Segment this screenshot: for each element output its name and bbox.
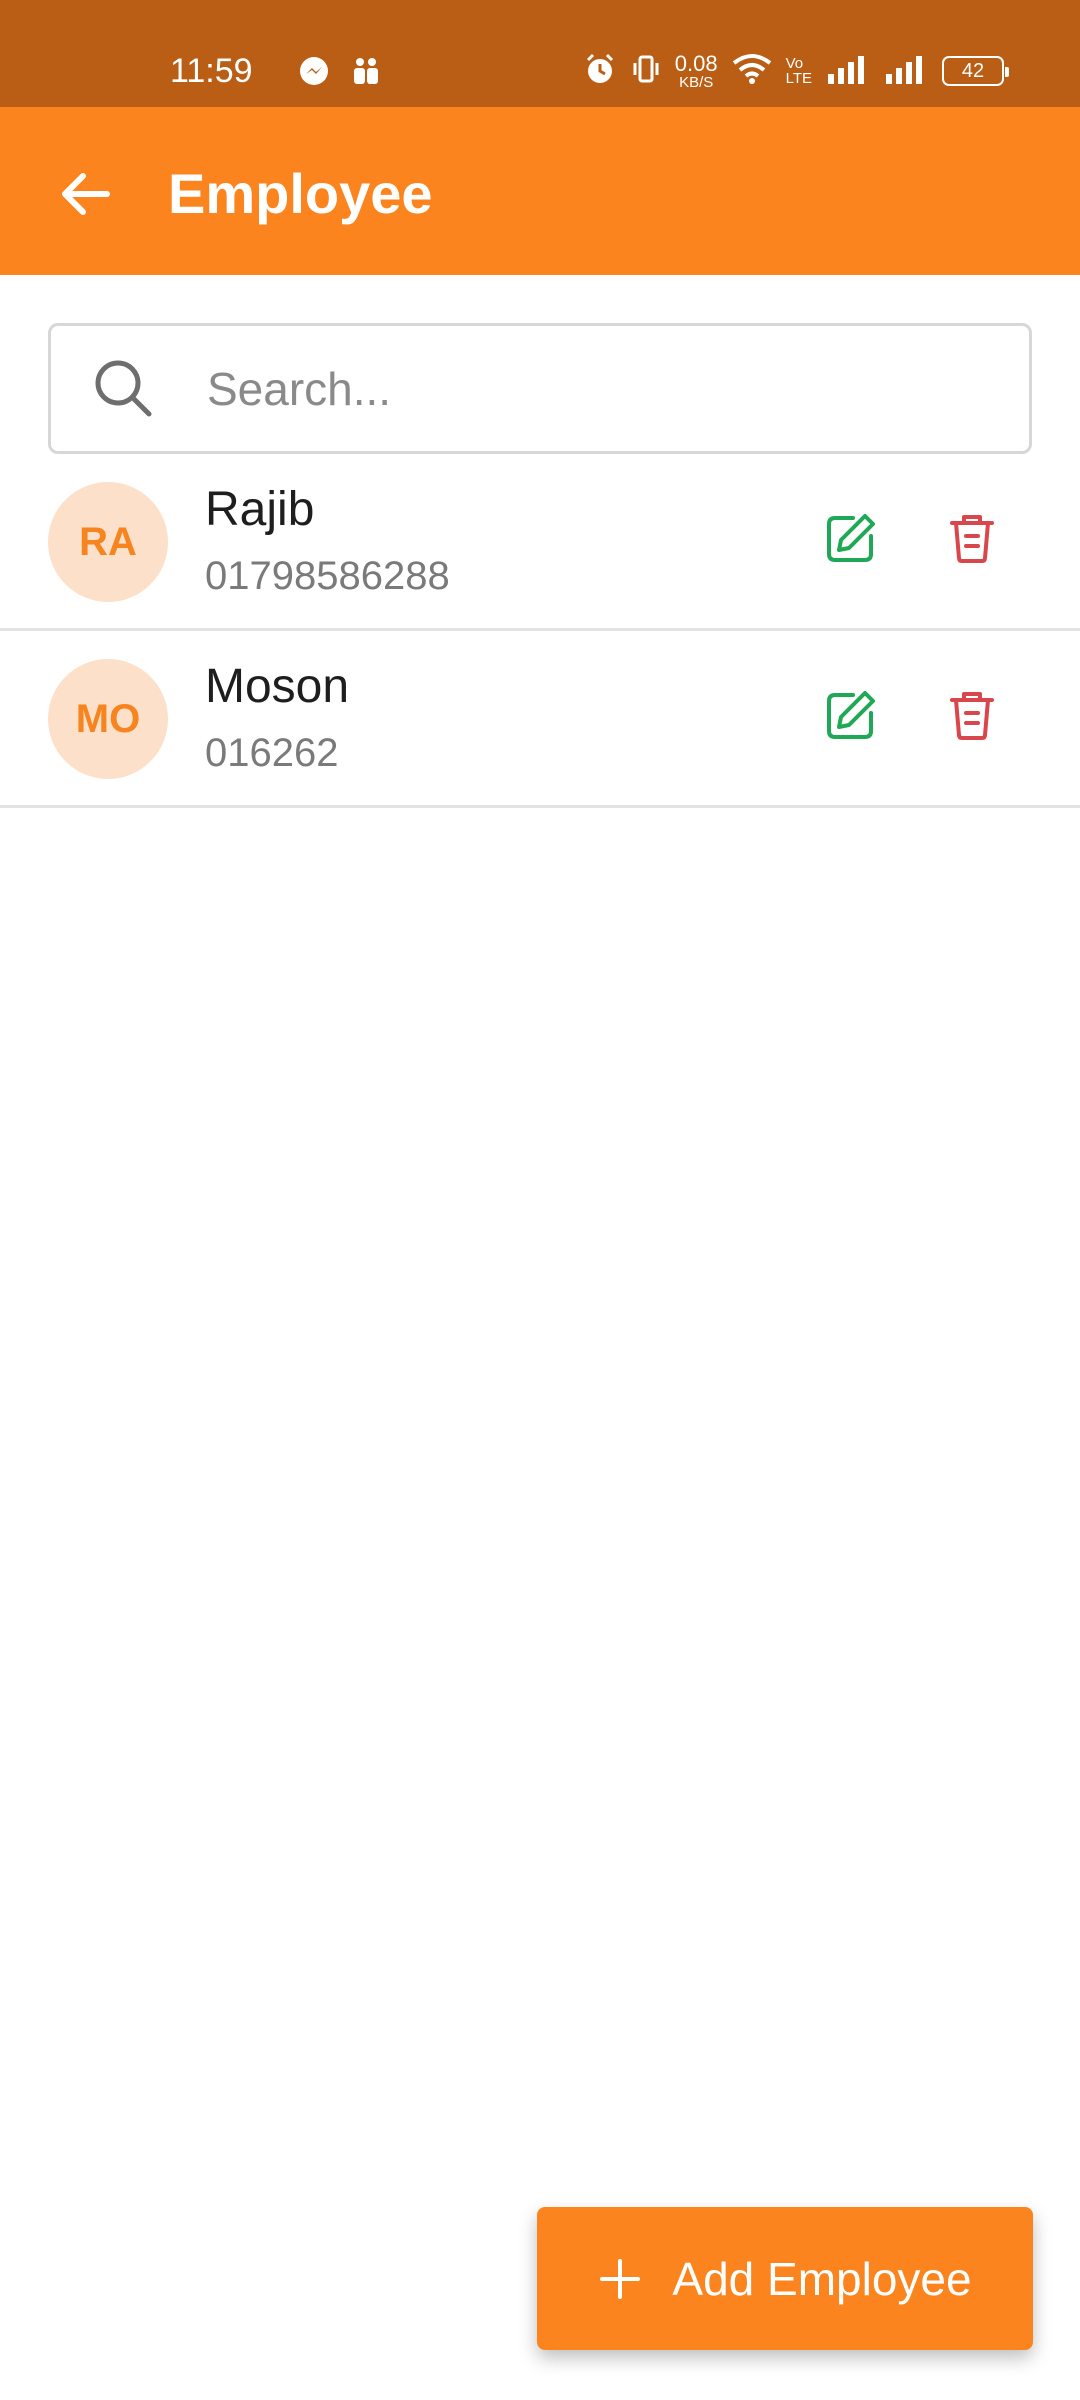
volte-bottom: LTE [785,70,812,87]
add-employee-button[interactable]: Add Employee [537,2207,1033,2350]
trash-icon [950,515,994,563]
status-indicators: 0.08 KB/S Vo LTE 42 [569,48,1009,94]
page-title: Employee [168,162,433,225]
search-input[interactable] [207,346,987,432]
trash-icon [950,692,994,740]
employee-phone: 016262 [205,731,339,775]
delete-button[interactable] [936,502,1008,574]
network-speed-unit: KB/S [679,73,714,91]
network-speed-value: 0.08 [674,50,718,76]
network-speed: 0.08 KB/S [674,50,718,91]
employee-phone: 01798586288 [205,554,450,598]
battery-indicator: 42 [942,56,1009,86]
wifi-icon [732,53,772,90]
avatar: RA [48,482,168,602]
messenger-icon [298,55,330,87]
search-icon [95,360,152,417]
add-employee-label: Add Employee [672,2252,972,2305]
status-bar: 11:59 0.08 KB/S Vo LTE 42 [0,0,1080,107]
signal-icon-2 [884,54,928,89]
teams-icon [350,55,382,87]
vibrate-icon [631,53,661,90]
search-box[interactable] [48,323,1032,454]
arrow-left-icon [62,173,110,215]
edit-icon [827,514,875,562]
edit-button[interactable] [815,679,887,751]
alarm-icon [583,52,617,91]
list-item[interactable]: MO Moson 016262 [0,631,1080,808]
app-bar: Employee [0,107,1080,275]
employee-name: Rajib [205,483,315,536]
volte-top: Vo [785,55,804,72]
signal-icon [826,54,870,89]
delete-button[interactable] [936,679,1008,751]
volte-indicator: Vo LTE [786,56,812,86]
employee-name: Moson [205,660,350,713]
employee-list: RA Rajib 01798586288 MO Moson 016262 [0,454,1080,808]
employee-screen: 11:59 0.08 KB/S Vo LTE 42 Employee Searc… [0,0,1080,2400]
list-item[interactable]: RA Rajib 01798586288 [0,454,1080,631]
edit-icon [827,691,875,739]
plus-icon [598,2257,642,2301]
back-button[interactable] [50,159,120,229]
avatar: MO [48,659,168,779]
edit-button[interactable] [815,502,887,574]
status-time: 11:59 [170,52,253,90]
